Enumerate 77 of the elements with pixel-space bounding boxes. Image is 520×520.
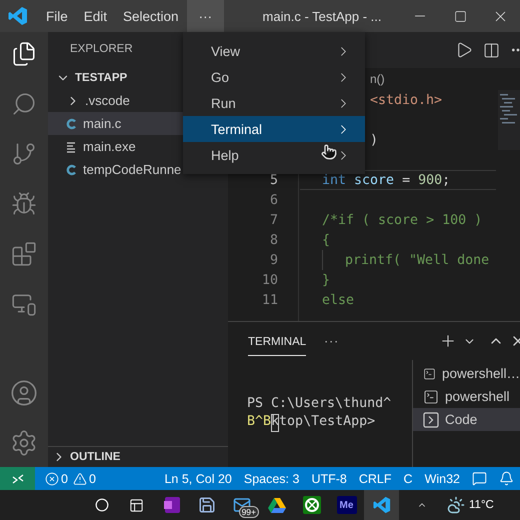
status-item[interactable]: C [398,472,419,486]
line-number: 11 [260,292,278,308]
line-number: 9 [268,252,278,268]
warning-icon[interactable] [72,472,87,486]
terminal-name: powershell [445,389,510,404]
line-number: 7 [268,212,278,228]
file-name: main.exe [83,139,136,154]
unread-badge: 99+ [238,506,259,518]
temperature[interactable]: 11°C [469,499,494,511]
more-actions-button[interactable]: ··· [324,334,340,348]
hand-cursor-icon [321,144,337,160]
notes-app-icon[interactable] [162,496,180,514]
code-line: else [322,292,354,310]
lines-icon [66,140,78,152]
terminal-list-item[interactable]: powershell… [413,362,520,385]
menu-item[interactable]: View [183,38,365,64]
code-line: <stdio.h> [370,92,442,110]
split-editor-icon[interactable] [483,42,500,58]
media-app-icon[interactable]: Me [336,496,356,514]
line-number: 8 [268,232,278,248]
file-name: .vscode [85,93,130,108]
drive-icon[interactable] [268,497,286,513]
taskbar-app[interactable]: 99+ [224,490,259,520]
remote-icon [12,472,24,484]
code-line: printf( "Well done [322,250,490,270]
c-file-icon [66,118,78,130]
terminal-name: powershell… [442,366,520,381]
c-file-icon [66,164,78,176]
code-line: /*if ( score > 100 ) [322,212,482,230]
account-icon[interactable] [10,379,38,407]
line-number: 10 [260,272,278,288]
sidebar-title: EXPLORER [70,43,133,55]
status-item[interactable]: CRLF [352,472,398,486]
weather-icon[interactable] [447,496,465,514]
terminal-icon [423,388,439,404]
code-line: ) [370,132,378,150]
window-title: main.c - TestApp - ... [262,8,383,24]
code-line: int score = 900; [322,172,450,190]
menu-item[interactable]: Go [183,64,365,90]
taskbar-app[interactable]: Me [329,490,364,520]
error-count[interactable]: 0 [61,472,68,486]
menu-bar-item[interactable]: File [38,0,76,32]
terminal-line: PS C:\Users\thund^ [247,396,392,413]
extensions-icon[interactable] [10,240,38,268]
error-icon[interactable] [45,472,59,486]
app-logo-icon [8,6,28,26]
file-name: main.c [83,116,122,131]
terminal-list-item[interactable]: Code [413,408,520,431]
menu-bar-item[interactable]: Edit [76,0,116,32]
status-item[interactable]: Spaces: 3 [238,472,306,486]
menu-item[interactable]: Help [183,142,365,168]
file-name: tempCodeRunne [83,162,182,177]
terminal-line: B^Bktop\TestApp> [247,414,412,432]
code-editor-icon[interactable] [372,496,390,514]
menu-bar-item[interactable]: Selection [115,0,187,32]
outline-title: OUTLINE [70,451,120,463]
status-item[interactable]: Ln 5, Col 20 [158,472,238,486]
menu-item[interactable]: Terminal [183,116,365,142]
code-line: { [322,232,330,250]
chevron-box-icon [423,412,439,428]
status-item[interactable]: UTF-8 [305,472,353,486]
xbox-icon[interactable] [302,496,320,514]
remote-button[interactable] [0,467,35,490]
panel-tab[interactable]: TERMINAL [248,326,306,356]
folder-name: TESTAPP [75,72,128,84]
settings-icon[interactable] [10,429,38,457]
run-icon[interactable] [455,41,473,59]
line-number: 6 [268,192,278,208]
line-number: 5 [268,172,278,188]
terminal-name: Code [445,412,478,427]
maximize-icon[interactable] [454,10,466,22]
warning-count[interactable]: 0 [88,472,96,486]
code-line: } [322,272,330,290]
minimap-drawing[interactable] [498,90,520,150]
status-item[interactable]: Win32 [418,472,466,486]
terminal-list-item[interactable]: powershell [413,385,520,408]
menu-bar-item[interactable]: ··· [186,0,224,32]
